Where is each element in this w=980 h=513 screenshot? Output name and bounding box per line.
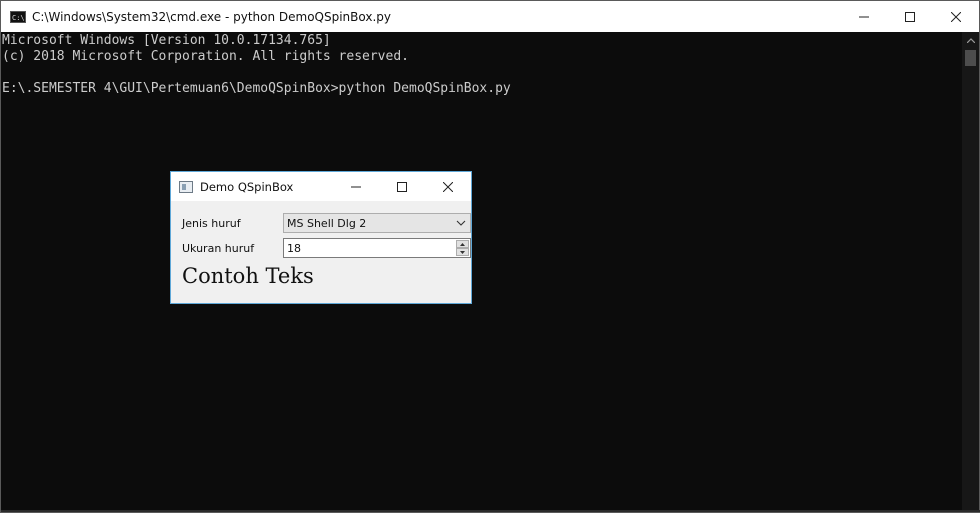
taskbar-edge xyxy=(1,510,980,512)
font-combobox[interactable]: MS Shell Dlg 2 xyxy=(283,213,471,233)
spin-up-button[interactable] xyxy=(456,240,469,248)
console-line: ​ xyxy=(2,65,961,81)
scroll-up-button[interactable] xyxy=(962,32,979,49)
demo-qspinbox-dialog: Demo QSpinBox Jenis huruf MS Shell Dlg 2… xyxy=(170,171,472,304)
cmd-window: C:\ C:\Windows\System32\cmd.exe - python… xyxy=(0,0,980,513)
chevron-down-icon xyxy=(456,220,466,226)
cmd-maximize-button[interactable] xyxy=(887,1,933,32)
arrow-down-icon xyxy=(460,250,465,254)
cmd-close-button[interactable] xyxy=(933,1,979,32)
cmd-window-controls xyxy=(841,1,979,32)
minimize-icon xyxy=(859,16,869,17)
dialog-title: Demo QSpinBox xyxy=(200,179,294,194)
dialog-window-controls xyxy=(333,172,471,203)
dialog-titlebar[interactable]: Demo QSpinBox xyxy=(171,172,471,201)
size-row: Ukuran huruf 18 xyxy=(182,238,471,258)
cmd-minimize-button[interactable] xyxy=(841,1,887,32)
size-spinbox[interactable]: 18 xyxy=(283,238,471,258)
window-app-icon xyxy=(179,180,193,193)
minimize-icon xyxy=(351,186,361,187)
font-label: Jenis huruf xyxy=(182,216,241,230)
cmd-titlebar[interactable]: C:\ C:\Windows\System32\cmd.exe - python… xyxy=(1,1,979,32)
close-icon xyxy=(443,181,453,192)
sample-text-label: Contoh Teks xyxy=(182,264,314,288)
spin-down-button[interactable] xyxy=(456,248,469,256)
size-spinbox-value: 18 xyxy=(287,241,301,255)
cmd-prompt-icon: C:\ xyxy=(10,10,26,23)
font-row: Jenis huruf MS Shell Dlg 2 xyxy=(182,213,471,233)
console-line: Microsoft Windows [Version 10.0.17134.76… xyxy=(2,33,331,48)
scroll-thumb[interactable] xyxy=(965,50,976,66)
arrow-up-icon xyxy=(460,242,465,246)
chevron-up-icon xyxy=(966,38,975,43)
console-line: (c) 2018 Microsoft Corporation. All righ… xyxy=(2,49,409,64)
maximize-icon xyxy=(397,181,407,192)
dialog-maximize-button[interactable] xyxy=(379,172,425,201)
close-icon xyxy=(951,11,961,22)
cmd-window-title: C:\Windows\System32\cmd.exe - python Dem… xyxy=(32,9,392,24)
console-line: E:\.SEMESTER 4\GUI\Pertemuan6\DemoQSpinB… xyxy=(2,81,511,96)
console-scrollbar[interactable] xyxy=(962,32,979,512)
spinbox-buttons xyxy=(456,240,469,256)
dialog-close-button[interactable] xyxy=(425,172,471,201)
size-label: Ukuran huruf xyxy=(182,241,255,255)
font-combobox-value: MS Shell Dlg 2 xyxy=(287,216,367,230)
dialog-minimize-button[interactable] xyxy=(333,172,379,201)
console-output[interactable]: Microsoft Windows [Version 10.0.17134.76… xyxy=(2,33,961,512)
maximize-icon xyxy=(905,11,915,22)
